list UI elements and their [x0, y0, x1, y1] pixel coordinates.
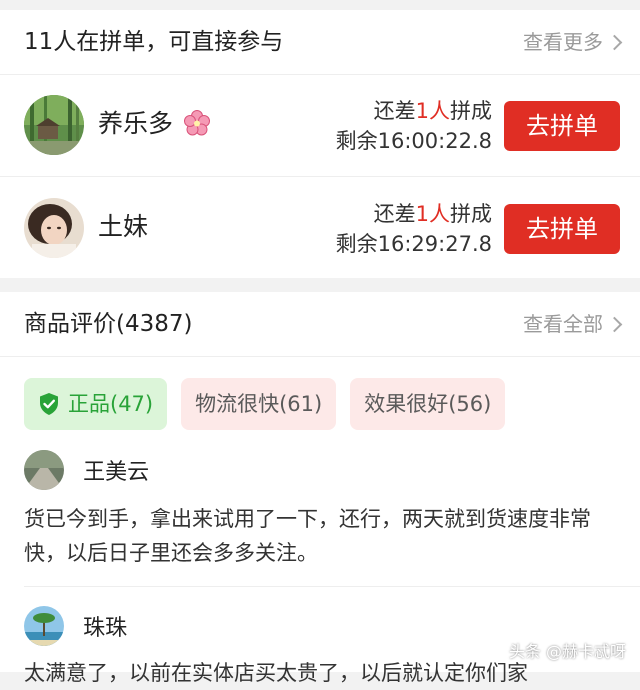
avatar[interactable]: [24, 606, 64, 646]
watermark: 头条 @赫卡忒呀: [508, 642, 626, 661]
view-more-link[interactable]: 查看更多: [523, 26, 623, 58]
review-divider: [24, 586, 640, 587]
view-all-link[interactable]: 查看全部: [523, 308, 623, 340]
user-name-text: 养乐多: [98, 109, 174, 138]
cherry-blossom-icon: [183, 109, 211, 146]
review-tag-fast-shipping[interactable]: 物流很快(61): [181, 378, 337, 430]
user-name: 养乐多: [98, 107, 211, 146]
group-status: 还差1人拼成 剩余16:00:22.8: [336, 96, 492, 156]
group-status: 还差1人拼成 剩余16:29:27.8: [336, 199, 492, 259]
avatar[interactable]: [24, 95, 84, 155]
group-buy-title: 11人在拼单，可直接参与: [24, 29, 284, 55]
group-row: 养乐多 还差1人拼成 剩余16:00:22.8 去拼单: [0, 74, 640, 177]
status-suffix: 拼成: [450, 99, 492, 123]
chevron-right-icon: [606, 34, 623, 51]
review-tag-label: 效果很好(56): [364, 392, 492, 416]
chevron-right-icon: [606, 316, 623, 333]
reviews-title: 商品评价(4387): [24, 311, 193, 337]
group-buy-card: 11人在拼单，可直接参与 查看更多 养乐多 还差1人拼成 剩余16:00:22.…: [0, 10, 640, 278]
user-name: 土妹: [98, 210, 148, 244]
review-tag-label: 正品(47): [68, 392, 154, 416]
reviewer-name: 王美云: [83, 460, 150, 485]
review-text: 货已今到手，拿出来试用了一下，还行，两天就到货速度非常快，以后日子里还会多多关注…: [24, 507, 591, 565]
status-line: 还差1人拼成: [336, 96, 492, 126]
join-group-button[interactable]: 去拼单: [504, 204, 620, 254]
review-tags: 正品(47) 物流很快(61) 效果很好(56): [24, 378, 519, 430]
status-count: 1人: [415, 202, 450, 226]
reviewer-name: 珠珠: [83, 616, 128, 641]
reviewer: 珠珠: [24, 606, 127, 646]
status-count: 1人: [415, 99, 450, 123]
review-tag-genuine[interactable]: 正品(47): [24, 378, 168, 430]
status-prefix: 还差: [373, 99, 416, 123]
avatar[interactable]: [24, 450, 64, 490]
reviews-card: 商品评价(4387) 查看全部 正品(47) 物流很快(61) 效果很好(56): [0, 292, 640, 685]
shield-check-icon: [40, 393, 58, 415]
user-name-text: 土妹: [98, 212, 149, 241]
view-all-label: 查看全部: [523, 312, 603, 336]
review-tag-label: 物流很快(61): [195, 392, 323, 416]
group-buy-header: 11人在拼单，可直接参与 查看更多: [0, 10, 640, 75]
status-prefix: 还差: [373, 202, 416, 226]
remaining-time: 剩余16:29:27.8: [335, 232, 492, 256]
status-suffix: 拼成: [450, 202, 492, 226]
join-group-button[interactable]: 去拼单: [504, 101, 620, 151]
group-row: 土妹 还差1人拼成 剩余16:29:27.8 去拼单: [0, 177, 640, 279]
reviewer: 王美云: [24, 450, 149, 490]
avatar[interactable]: [24, 198, 84, 258]
view-more-label: 查看更多: [523, 30, 603, 54]
status-line: 还差1人拼成: [336, 199, 492, 229]
remaining-time: 剩余16:00:22.8: [335, 129, 492, 153]
reviews-header: 商品评价(4387) 查看全部: [0, 292, 640, 357]
review-tag-good-effect[interactable]: 效果很好(56): [350, 378, 506, 430]
